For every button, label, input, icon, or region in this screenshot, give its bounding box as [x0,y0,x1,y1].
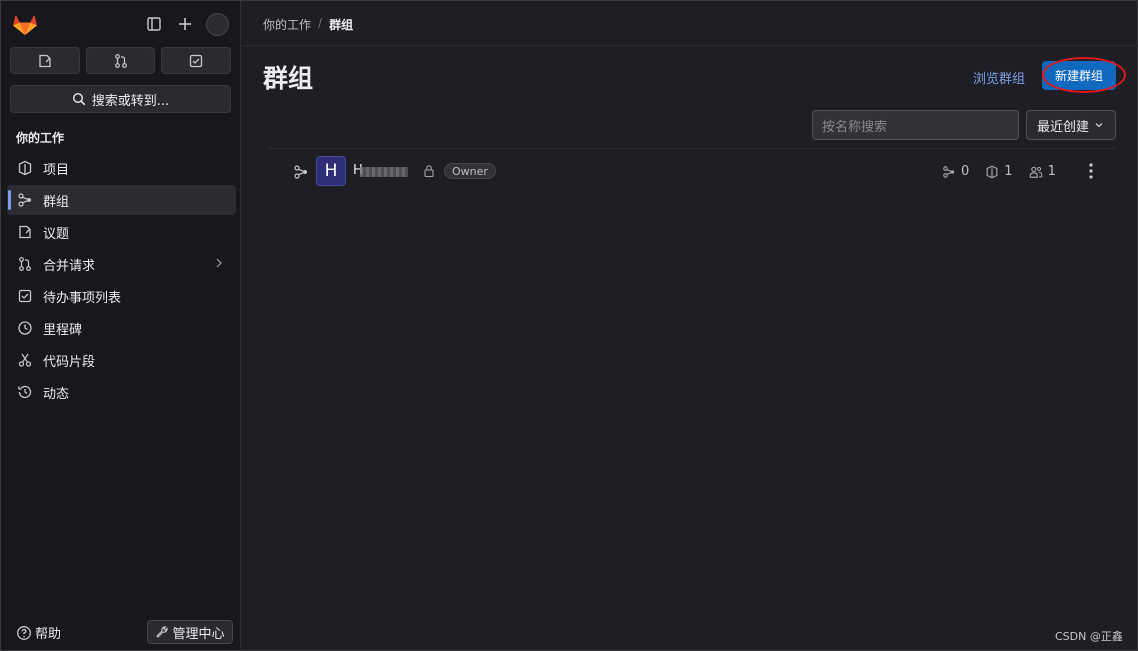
header-divider [242,45,1138,46]
users-icon [1029,166,1042,178]
sort-dropdown[interactable]: 最近创建 [1026,110,1116,140]
redacted-name [360,167,408,177]
search-label: 搜索或转到... [91,93,170,109]
chevron-down-icon [1095,123,1103,128]
sidebar-item-label: 合并请求 [43,258,96,274]
search-icon [72,92,86,106]
sidebar-item-snippets[interactable]: 代码片段 [7,345,236,375]
sidebar-item-label: 议题 [43,226,70,242]
issues-shortcut-button[interactable] [10,47,80,74]
sidebar-item-label: 群组 [43,194,70,210]
merge-request-icon [16,255,34,273]
sidebar-item-activity[interactable]: 动态 [7,377,236,407]
breadcrumb-current[interactable]: 群组 [329,16,353,33]
page-title: 群组 [263,64,314,93]
breadcrumb-parent-link[interactable]: 你的工作 [263,16,311,33]
more-vertical-icon[interactable] [1083,162,1099,184]
sidebar-item-label: 代码片段 [43,354,96,370]
admin-label: 管理中心 [172,626,225,642]
chevron-right-icon [212,256,226,274]
sidebar-toggle-icon[interactable] [143,13,165,35]
subgroup-icon [943,165,955,178]
user-avatar[interactable] [206,13,229,36]
sidebar-item-label: 项目 [43,162,70,178]
clock-icon [16,319,34,337]
projects-count-value: 1 [1004,164,1013,179]
todo-icon [190,54,203,67]
members-count-value: 1 [1047,164,1056,179]
filter-by-name-input[interactable]: 按名称搜索 [812,110,1019,140]
sidebar-item-projects[interactable]: 项目 [7,153,236,183]
explore-groups-link[interactable]: 浏览群组 [973,68,1025,87]
sidebar-item-label: 里程碑 [43,322,83,338]
subgroups-count-value: 0 [961,164,970,179]
group-stats: 0 1 1 [942,164,1056,179]
search-or-goto-button[interactable]: 搜索或转到... [10,85,231,113]
merge-request-icon [114,53,127,68]
sidebar-header [1,1,241,47]
help-label: 帮助 [35,627,62,642]
projects-count: 1 [985,164,1013,179]
history-icon [16,383,34,401]
breadcrumb: 你的工作 / 群组 [263,16,353,33]
todo-icon [16,287,34,305]
wrench-icon [156,626,169,638]
sidebar-item-label: 待办事项列表 [43,290,122,306]
quick-actions [10,47,232,75]
group-list-item[interactable]: H H Owner 0 1 1 [268,151,1116,193]
admin-area-button[interactable]: 管理中心 [147,620,233,644]
plus-icon[interactable] [174,13,196,35]
list-divider [268,148,1116,149]
sidebar-nav: 项目 群组 议题 合并请求 待办事项列表 里程碑 代码片段 动态 [7,153,236,409]
members-count: 1 [1029,164,1056,179]
group-avatar[interactable]: H [316,156,346,186]
group-icon [293,164,309,184]
main-content: 你的工作 / 群组 群组 浏览群组 新建群组 按名称搜索 最近创建 H H Ow… [242,1,1138,650]
sort-label: 最近创建 [1037,119,1090,135]
sidebar-item-label: 动态 [43,386,70,402]
help-icon [17,625,31,640]
watermark: CSDN @正鑫 [1055,630,1123,643]
subgroups-count: 0 [942,164,969,179]
todos-shortcut-button[interactable] [161,47,232,74]
sidebar-item-merge-requests[interactable]: 合并请求 [7,249,236,279]
role-badge: Owner [444,163,496,179]
sidebar-item-milestones[interactable]: 里程碑 [7,313,236,343]
project-icon [16,159,34,177]
project-icon [986,165,998,178]
sidebar: 搜索或转到... 你的工作 项目 群组 议题 合并请求 待办事项列表 里程碑 代… [1,1,241,650]
sidebar-item-groups[interactable]: 群组 [7,185,236,215]
annotation-highlight-circle [1042,57,1126,93]
gitlab-logo-icon[interactable] [12,12,38,36]
issues-icon [39,54,51,67]
issues-icon [16,223,34,241]
sidebar-item-todos[interactable]: 待办事项列表 [7,281,236,311]
sidebar-section-title: 你的工作 [16,131,65,145]
lock-icon [423,163,435,182]
merge-requests-shortcut-button[interactable] [85,47,156,74]
sidebar-item-issues[interactable]: 议题 [7,217,236,247]
breadcrumb-separator: / [318,16,323,30]
scissors-icon [16,351,34,369]
help-button[interactable]: 帮助 [16,623,61,642]
group-icon [16,191,34,209]
